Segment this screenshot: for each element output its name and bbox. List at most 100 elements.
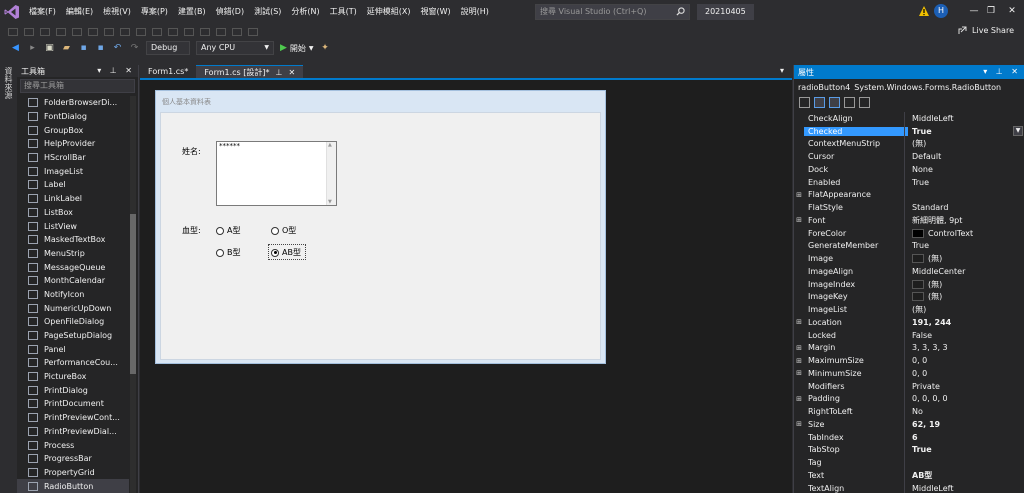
property-value[interactable]: MiddleLeft — [908, 484, 1024, 493]
property-value[interactable]: AB型 — [908, 470, 1024, 481]
platform-select[interactable]: Any CPU ▼ — [196, 41, 274, 55]
toolbox-item[interactable]: ListBox — [17, 206, 129, 220]
menu-item[interactable]: 延伸模組(X) — [362, 0, 416, 24]
radio-a[interactable]: A型 — [216, 225, 240, 236]
property-value[interactable]: (無) — [908, 304, 1024, 315]
center-v-icon[interactable] — [216, 28, 226, 36]
visual-studio-logo-icon[interactable] — [0, 0, 24, 24]
events-icon[interactable] — [844, 97, 855, 108]
form-client-area[interactable]: 姓名: ****** ▲ ▼ 血型: A型 O型 B型 AB型 — [160, 112, 601, 360]
menu-item[interactable]: 偵錯(D) — [211, 0, 249, 24]
toolbox-item[interactable]: LinkLabel — [17, 192, 129, 206]
data-sources-tab[interactable]: 資料來源 — [3, 67, 14, 99]
expand-icon[interactable]: ⊞ — [794, 344, 804, 352]
property-row[interactable]: ⊞ FlatAppearance — [794, 189, 1024, 202]
toolbox-item[interactable]: ProgressBar — [17, 452, 129, 466]
property-row[interactable]: Checked True ▼ — [794, 125, 1024, 138]
property-value[interactable]: True — [908, 241, 1024, 250]
save-icon[interactable]: ▪ — [78, 43, 89, 54]
center-h-icon[interactable] — [200, 28, 210, 36]
search-icon[interactable] — [676, 7, 685, 16]
toolbox-item[interactable]: OpenFileDialog — [17, 315, 129, 329]
warning-icon[interactable] — [918, 5, 930, 17]
same-height-icon[interactable] — [120, 28, 130, 36]
property-value[interactable]: 3, 3, 3, 3 — [908, 343, 1024, 352]
property-row[interactable]: ImageList (無) — [794, 303, 1024, 316]
tab-dropdown-icon[interactable]: ▾ — [780, 66, 784, 75]
redo-icon[interactable]: ↷ — [129, 43, 140, 54]
properties-icon[interactable] — [829, 97, 840, 108]
property-row[interactable]: ImageIndex (無) — [794, 278, 1024, 291]
align-center-icon[interactable] — [24, 28, 34, 36]
radio-ab[interactable]: AB型 — [271, 247, 301, 258]
toolbox-item[interactable]: PictureBox — [17, 370, 129, 384]
toolbox-item[interactable]: PerformanceCou... — [17, 356, 129, 370]
grid-align-icon[interactable] — [152, 28, 162, 36]
align-middle-icon[interactable] — [72, 28, 82, 36]
property-value[interactable]: True — [908, 445, 1024, 454]
property-row[interactable]: Dock None — [794, 163, 1024, 176]
tab-form1-code[interactable]: Form1.cs* — [140, 65, 196, 79]
property-row[interactable]: Text AB型 — [794, 469, 1024, 482]
object-selector[interactable]: radioButton4 System.Windows.Forms.RadioB… — [794, 79, 1024, 95]
property-value[interactable]: Default — [908, 152, 1024, 161]
expand-icon[interactable]: ⊞ — [794, 369, 804, 377]
property-value[interactable]: MiddleLeft — [908, 114, 1024, 123]
back-icon[interactable]: ◀ — [10, 43, 21, 54]
property-value[interactable]: 新細明體, 9pt — [908, 215, 1024, 226]
menu-item[interactable]: 說明(H) — [456, 0, 494, 24]
menu-item[interactable]: 分析(N) — [286, 0, 324, 24]
toolbox-item[interactable]: HelpProvider — [17, 137, 129, 151]
property-row[interactable]: ⊞ MaximumSize 0, 0 — [794, 354, 1024, 367]
send-back-icon[interactable] — [248, 28, 258, 36]
property-row[interactable]: ⊞ MinimumSize 0, 0 — [794, 367, 1024, 380]
property-value[interactable]: 0, 0, 0, 0 — [908, 394, 1024, 403]
property-value[interactable]: None — [908, 165, 1024, 174]
alphabetical-icon[interactable] — [814, 97, 825, 108]
panel-pin-controls[interactable]: ▾ ⊥ ✕ — [97, 65, 135, 77]
property-value[interactable]: 6 — [908, 433, 1024, 442]
save-all-icon[interactable]: ▪ — [95, 43, 106, 54]
property-value[interactable]: ControlText — [908, 228, 1024, 238]
toolbox-item[interactable]: NotifyIcon — [17, 288, 129, 302]
menu-item[interactable]: 檔案(F) — [24, 0, 61, 24]
expand-icon[interactable]: ⊞ — [794, 318, 804, 326]
toolbox-item[interactable]: Label — [17, 178, 129, 192]
toolbox-item[interactable]: PrintPreviewDial... — [17, 425, 129, 439]
property-value[interactable]: True — [908, 127, 1024, 136]
property-row[interactable]: ⊞ Padding 0, 0, 0, 0 — [794, 393, 1024, 406]
expand-icon[interactable]: ⊞ — [794, 216, 804, 224]
property-value[interactable]: 62, 19 — [908, 420, 1024, 429]
toolbox-item[interactable]: PropertyGrid — [17, 466, 129, 480]
property-row[interactable]: Cursor Default — [794, 150, 1024, 163]
panel-pin-controls[interactable]: ▾ ⊥ ✕ — [983, 65, 1021, 79]
property-row[interactable]: GenerateMember True — [794, 240, 1024, 253]
tab-form1-designer[interactable]: Form1.cs [設計]* ⊥ ✕ — [196, 65, 304, 79]
property-row[interactable]: TextAlign MiddleLeft — [794, 482, 1024, 493]
same-width-icon[interactable] — [104, 28, 114, 36]
toolbox-item[interactable]: ImageList — [17, 164, 129, 178]
property-value[interactable]: 191, 244 — [908, 318, 1024, 327]
property-value[interactable]: (無) — [908, 291, 1024, 302]
property-row[interactable]: ⊞ Margin 3, 3, 3, 3 — [794, 342, 1024, 355]
property-pages-icon[interactable] — [859, 97, 870, 108]
property-row[interactable]: TabIndex 6 — [794, 431, 1024, 444]
toolbox-item[interactable]: MonthCalendar — [17, 274, 129, 288]
menu-item[interactable]: 編輯(E) — [61, 0, 98, 24]
toolbox-item[interactable]: PrintDialog — [17, 383, 129, 397]
align-right-icon[interactable] — [40, 28, 50, 36]
toolbox-item[interactable]: ListView — [17, 219, 129, 233]
forward-icon[interactable]: ▸ — [27, 43, 38, 54]
expand-icon[interactable]: ⊞ — [794, 191, 804, 199]
menu-item[interactable]: 專案(P) — [136, 0, 173, 24]
user-avatar[interactable]: H — [934, 4, 948, 18]
new-project-icon[interactable]: ▣ — [44, 43, 55, 54]
property-row[interactable]: Locked False — [794, 329, 1024, 342]
textbox-scrollbar[interactable]: ▲ ▼ — [326, 142, 336, 205]
property-row[interactable]: Tag — [794, 456, 1024, 469]
property-value[interactable]: MiddleCenter — [908, 267, 1024, 276]
property-row[interactable]: ⊞ Location 191, 244 — [794, 316, 1024, 329]
restore-button[interactable]: ❐ — [985, 5, 997, 17]
toolbox-search-input[interactable]: 搜尋工具箱 — [20, 79, 135, 93]
property-value[interactable]: (無) — [908, 253, 1024, 264]
